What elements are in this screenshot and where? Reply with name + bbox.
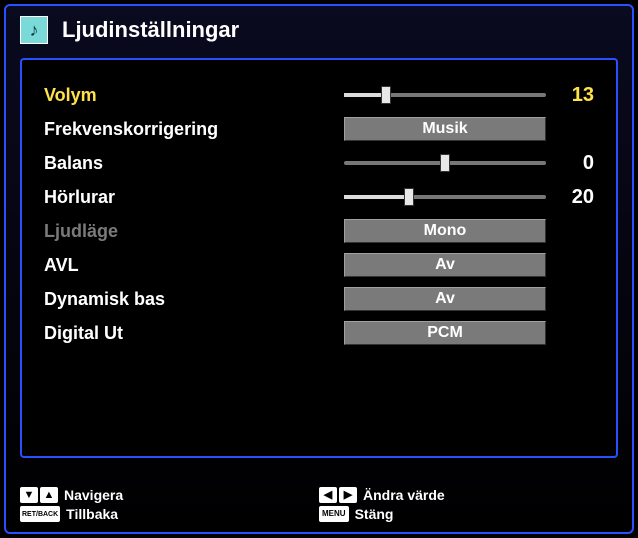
left-arrow-icon: ◀ xyxy=(319,487,337,503)
page-title: Ljudinställningar xyxy=(62,17,239,43)
hint-change: ◀ ▶ Ändra värde xyxy=(319,487,618,503)
row-headphones[interactable]: Hörlurar 20 xyxy=(44,180,594,214)
ret-back-key-icon: RET/BACK xyxy=(20,506,60,522)
slider-headphones[interactable] xyxy=(344,185,546,209)
up-arrow-icon: ▲ xyxy=(40,487,58,503)
menu-key-icon: MENU xyxy=(319,506,349,522)
select-avl[interactable]: Av xyxy=(344,253,546,277)
hint-navigate: ▼ ▲ Navigera xyxy=(20,487,319,503)
slider-thumb[interactable] xyxy=(404,188,414,206)
hint-navigate-label: Navigera xyxy=(64,487,123,503)
settings-panel: Volym 13 Frekvenskorrigering Musik Balan… xyxy=(20,58,618,458)
hint-back: RET/BACK Tillbaka xyxy=(20,506,319,522)
row-eq[interactable]: Frekvenskorrigering Musik xyxy=(44,112,594,146)
right-arrow-icon: ▶ xyxy=(339,487,357,503)
row-balance[interactable]: Balans 0 xyxy=(44,146,594,180)
slider-thumb[interactable] xyxy=(381,86,391,104)
label-eq: Frekvenskorrigering xyxy=(44,119,344,140)
label-volume: Volym xyxy=(44,85,344,106)
row-bass[interactable]: Dynamisk bas Av xyxy=(44,282,594,316)
label-digital: Digital Ut xyxy=(44,323,344,344)
slider-fill xyxy=(344,93,386,97)
select-soundmode: Mono xyxy=(344,219,546,243)
select-digital[interactable]: PCM xyxy=(344,321,546,345)
hint-back-label: Tillbaka xyxy=(66,506,118,522)
select-eq[interactable]: Musik xyxy=(344,117,546,141)
label-headphones: Hörlurar xyxy=(44,187,344,208)
header: ♪ Ljudinställningar xyxy=(6,6,632,58)
hint-close-label: Stäng xyxy=(355,506,394,522)
row-avl[interactable]: AVL Av xyxy=(44,248,594,282)
footer-hints: ▼ ▲ Navigera RET/BACK Tillbaka ◀ ▶ Ändra… xyxy=(20,487,618,522)
value-headphones: 20 xyxy=(546,186,594,209)
label-bass: Dynamisk bas xyxy=(44,289,344,310)
label-avl: AVL xyxy=(44,255,344,276)
sound-settings-icon: ♪ xyxy=(20,16,48,44)
slider-volume[interactable] xyxy=(344,83,546,107)
value-volume: 13 xyxy=(546,84,594,107)
row-soundmode: Ljudläge Mono xyxy=(44,214,594,248)
row-volume[interactable]: Volym 13 xyxy=(44,78,594,112)
value-balance: 0 xyxy=(546,152,594,175)
label-balance: Balans xyxy=(44,153,344,174)
hint-close: MENU Stäng xyxy=(319,506,618,522)
row-digital[interactable]: Digital Ut PCM xyxy=(44,316,594,350)
slider-fill xyxy=(344,195,409,199)
window-frame: ♪ Ljudinställningar Volym 13 Frekvenskor… xyxy=(4,4,634,534)
select-bass[interactable]: Av xyxy=(344,287,546,311)
label-soundmode: Ljudläge xyxy=(44,221,344,242)
down-arrow-icon: ▼ xyxy=(20,487,38,503)
hint-change-label: Ändra värde xyxy=(363,487,445,503)
slider-balance[interactable] xyxy=(344,151,546,175)
slider-thumb[interactable] xyxy=(440,154,450,172)
